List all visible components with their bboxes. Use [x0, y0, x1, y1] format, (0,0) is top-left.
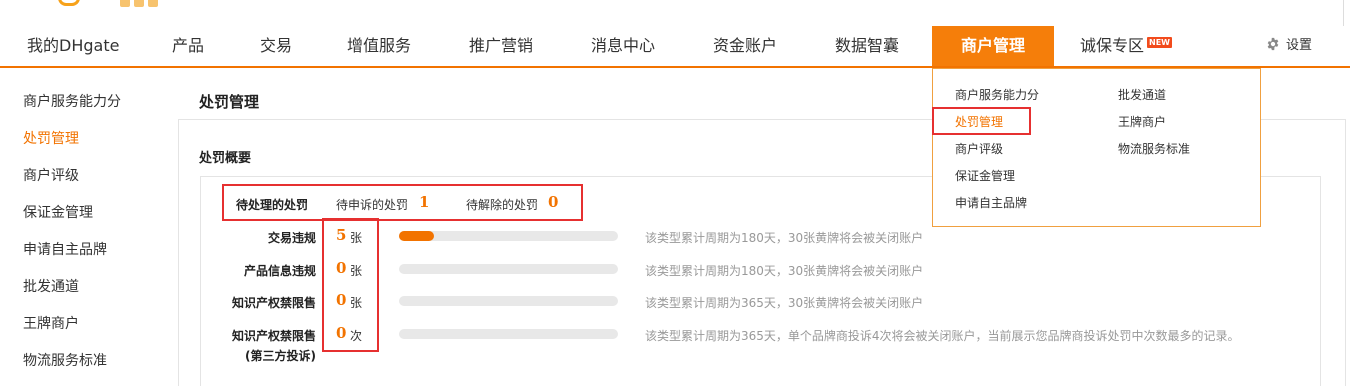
- row-label-ip-third-party: 知识产权禁限售: [231, 329, 316, 343]
- nav-products[interactable]: 产品: [172, 26, 204, 66]
- sidebar-item-ace-merchant[interactable]: 王牌商户: [23, 313, 79, 333]
- dropdown-item-ace-merchant[interactable]: 王牌商户: [1118, 113, 1166, 130]
- header-strip: [0, 0, 1350, 26]
- nav-integrity-zone[interactable]: 诚保专区 NEW: [1080, 26, 1172, 66]
- row-unit: 次: [350, 329, 363, 343]
- pending-appeal-count[interactable]: 1: [419, 193, 429, 211]
- nav-my-dhgate[interactable]: 我的DHgate: [27, 26, 119, 66]
- nav-message-center[interactable]: 消息中心: [591, 26, 655, 66]
- row-desc-trade-violation: 该类型累计周期为180天，30张黄牌将会被关闭账户: [645, 231, 924, 245]
- pending-appeal-label: 待申诉的处罚: [336, 198, 409, 212]
- progress-bar-ip-third-party: [399, 329, 618, 339]
- sidebar-item-merchant-rating[interactable]: 商户评级: [23, 165, 79, 185]
- dropdown-item-wholesale[interactable]: 批发通道: [1118, 86, 1166, 103]
- dropdown-highlight: [932, 107, 1031, 135]
- row-desc-ip-restriction: 该类型累计周期为365天，30张黄牌将会被关闭账户: [645, 296, 924, 310]
- settings-button[interactable]: 设置: [1266, 26, 1312, 66]
- progress-fill: [399, 231, 435, 241]
- settings-label: 设置: [1286, 38, 1313, 53]
- row-unit: 张: [350, 231, 363, 245]
- nav-value-added-services[interactable]: 增值服务: [347, 26, 411, 66]
- nav-integrity-zone-label: 诚保专区: [1080, 36, 1145, 55]
- dropdown-item-merchant-rating[interactable]: 商户评级: [955, 140, 1003, 157]
- nav-trade[interactable]: 交易: [260, 26, 292, 66]
- row-desc-product-info-violation: 该类型累计周期为180天，30张黄牌将会被关闭账户: [645, 264, 924, 278]
- sidebar-item-own-brand[interactable]: 申请自主品牌: [23, 239, 107, 259]
- row-count-trade-violation[interactable]: 5: [336, 226, 346, 244]
- dropdown-item-deposit-management[interactable]: 保证金管理: [955, 167, 1015, 184]
- row-count-product-info-violation[interactable]: 0: [336, 259, 346, 277]
- sidebar-item-service-score[interactable]: 商户服务能力分: [23, 91, 121, 111]
- merchant-management-dropdown: 商户服务能力分 处罚管理 商户评级 保证金管理 申请自主品牌 批发通道 王牌商户…: [932, 68, 1261, 227]
- sidebar: 商户服务能力分 处罚管理 商户评级 保证金管理 申请自主品牌 批发通道 王牌商户…: [0, 68, 170, 386]
- pending-penalties-label: 待处理的处罚: [236, 198, 309, 212]
- sidebar-item-logistics-standard[interactable]: 物流服务标准: [23, 350, 107, 370]
- logo-text-fragment: [120, 0, 178, 7]
- progress-bar-trade-violation: [399, 231, 618, 241]
- gear-icon: [1267, 37, 1279, 51]
- page-title: 处罚管理: [199, 93, 260, 111]
- sidebar-item-deposit-management[interactable]: 保证金管理: [23, 202, 93, 222]
- nav-merchant-management[interactable]: 商户管理: [932, 26, 1054, 66]
- row-unit: 张: [350, 296, 363, 310]
- row-unit: 张: [350, 264, 363, 278]
- pending-release-count[interactable]: 0: [548, 193, 558, 211]
- nav-funds-account[interactable]: 资金账户: [713, 26, 777, 66]
- sidebar-item-wholesale[interactable]: 批发通道: [23, 276, 79, 296]
- divider: [1343, 0, 1344, 26]
- row-sublabel-third-party-complaint: (第三方投诉): [245, 349, 316, 363]
- new-badge: NEW: [1147, 37, 1172, 48]
- progress-bar-product-info-violation: [399, 264, 618, 274]
- row-label-trade-violation: 交易违规: [267, 231, 316, 245]
- sidebar-item-penalty-management[interactable]: 处罚管理: [23, 128, 79, 148]
- main-nav: 我的DHgate 产品 交易 增值服务 推广营销 消息中心 资金账户 数据智囊 …: [0, 26, 1350, 68]
- row-count-ip-third-party[interactable]: 0: [336, 324, 346, 342]
- row-label-ip-restriction: 知识产权禁限售: [231, 296, 316, 310]
- row-label-product-info-violation: 产品信息违规: [243, 264, 316, 278]
- dropdown-item-service-score[interactable]: 商户服务能力分: [955, 86, 1039, 103]
- progress-bar-ip-restriction: [399, 296, 618, 306]
- nav-marketing[interactable]: 推广营销: [469, 26, 533, 66]
- pending-release-label: 待解除的处罚: [466, 198, 539, 212]
- dropdown-item-own-brand[interactable]: 申请自主品牌: [955, 194, 1027, 211]
- row-count-ip-restriction[interactable]: 0: [336, 291, 346, 309]
- nav-data-insights[interactable]: 数据智囊: [835, 26, 899, 66]
- logo[interactable]: [58, 0, 80, 6]
- dropdown-item-logistics-standard[interactable]: 物流服务标准: [1118, 140, 1190, 157]
- row-desc-ip-third-party: 该类型累计周期为365天，单个品牌商投诉4次将会被关闭账户，当前展示您品牌商投诉…: [645, 329, 1240, 343]
- section-title: 处罚概要: [199, 151, 252, 166]
